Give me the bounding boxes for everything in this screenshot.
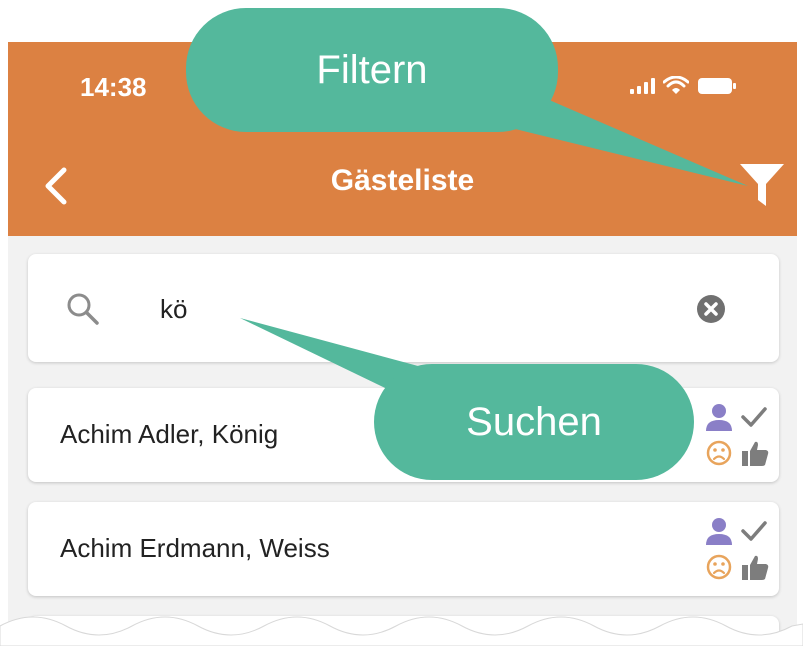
filter-callout: Filtern <box>186 8 558 132</box>
search-callout: Suchen <box>374 364 694 480</box>
